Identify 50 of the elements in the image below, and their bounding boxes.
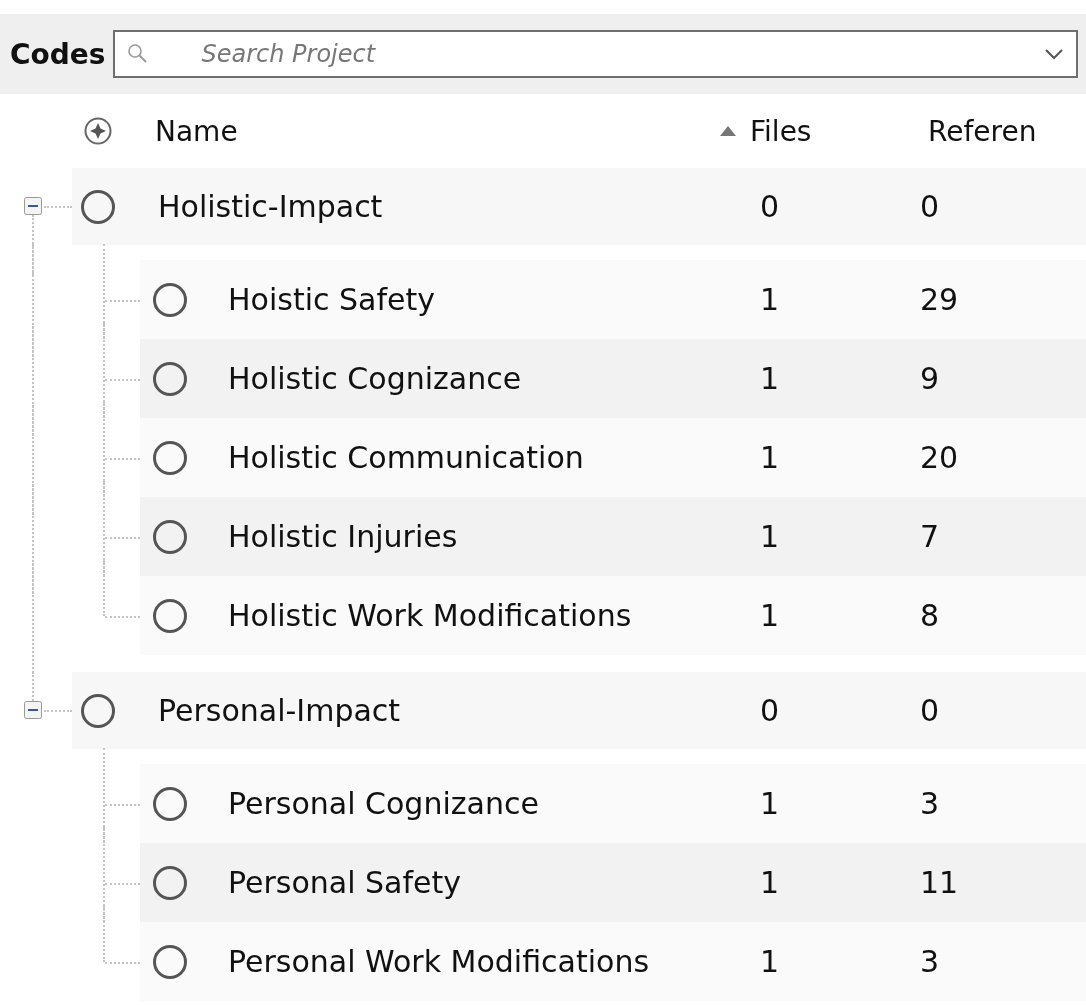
references-count: 3 <box>920 944 941 979</box>
code-circle-icon <box>152 281 188 318</box>
references-count: 8 <box>920 598 941 633</box>
column-header[interactable]: Name <box>155 114 238 148</box>
code-name[interactable]: Hoistic Safety <box>188 282 750 317</box>
references-count: 7 <box>920 519 941 554</box>
code-circle-icon <box>152 864 188 901</box>
code-name[interactable]: Holistic-Impact <box>116 189 750 224</box>
chevron-down-icon[interactable] <box>1044 48 1064 60</box>
code-name[interactable]: Holistic Communication <box>188 440 750 475</box>
references-count: 0 <box>920 189 941 224</box>
references-count: 3 <box>920 786 941 821</box>
files-count: 1 <box>759 361 781 396</box>
column-header[interactable]: Referen <box>928 114 1037 148</box>
references-count: 29 <box>920 282 960 317</box>
references-count: 11 <box>920 865 960 900</box>
panel-title: Codes <box>10 37 106 71</box>
code-circle-icon <box>152 518 188 555</box>
code-circle-icon <box>80 188 116 225</box>
code-name[interactable]: Personal Safety <box>188 865 750 900</box>
files-count: 1 <box>759 786 781 821</box>
files-count: 1 <box>759 440 781 475</box>
code-circle-icon <box>152 943 188 980</box>
files-count: 1 <box>759 944 781 979</box>
files-count: 0 <box>759 189 781 224</box>
code-name[interactable]: Personal Cognizance <box>188 786 750 821</box>
files-count: 1 <box>759 598 781 633</box>
references-count: 20 <box>920 440 960 475</box>
files-count: 1 <box>759 282 781 317</box>
add-code-icon[interactable] <box>83 116 113 146</box>
collapse-icon[interactable] <box>24 701 42 719</box>
column-header[interactable]: Files <box>750 114 812 148</box>
files-count: 1 <box>759 865 781 900</box>
code-name[interactable]: Personal-Impact <box>116 693 750 728</box>
code-name[interactable]: Holistic Cognizance <box>188 361 750 396</box>
code-circle-icon <box>152 439 188 476</box>
search-field[interactable]: Search Project <box>113 30 1078 78</box>
code-circle-icon <box>152 785 188 822</box>
code-circle-icon <box>152 597 188 634</box>
files-count: 0 <box>759 693 781 728</box>
code-name[interactable]: Holistic Work Modifications <box>188 598 750 633</box>
code-name[interactable]: Personal Work Modifications <box>188 944 750 979</box>
code-name[interactable]: Holistic Injuries <box>188 519 750 554</box>
references-count: 9 <box>920 361 941 396</box>
files-count: 1 <box>759 519 781 554</box>
code-circle-icon <box>152 360 188 397</box>
references-count: 0 <box>920 693 941 728</box>
sort-ascending-icon[interactable] <box>720 126 736 136</box>
code-circle-icon <box>80 692 116 729</box>
collapse-icon[interactable] <box>24 197 42 215</box>
